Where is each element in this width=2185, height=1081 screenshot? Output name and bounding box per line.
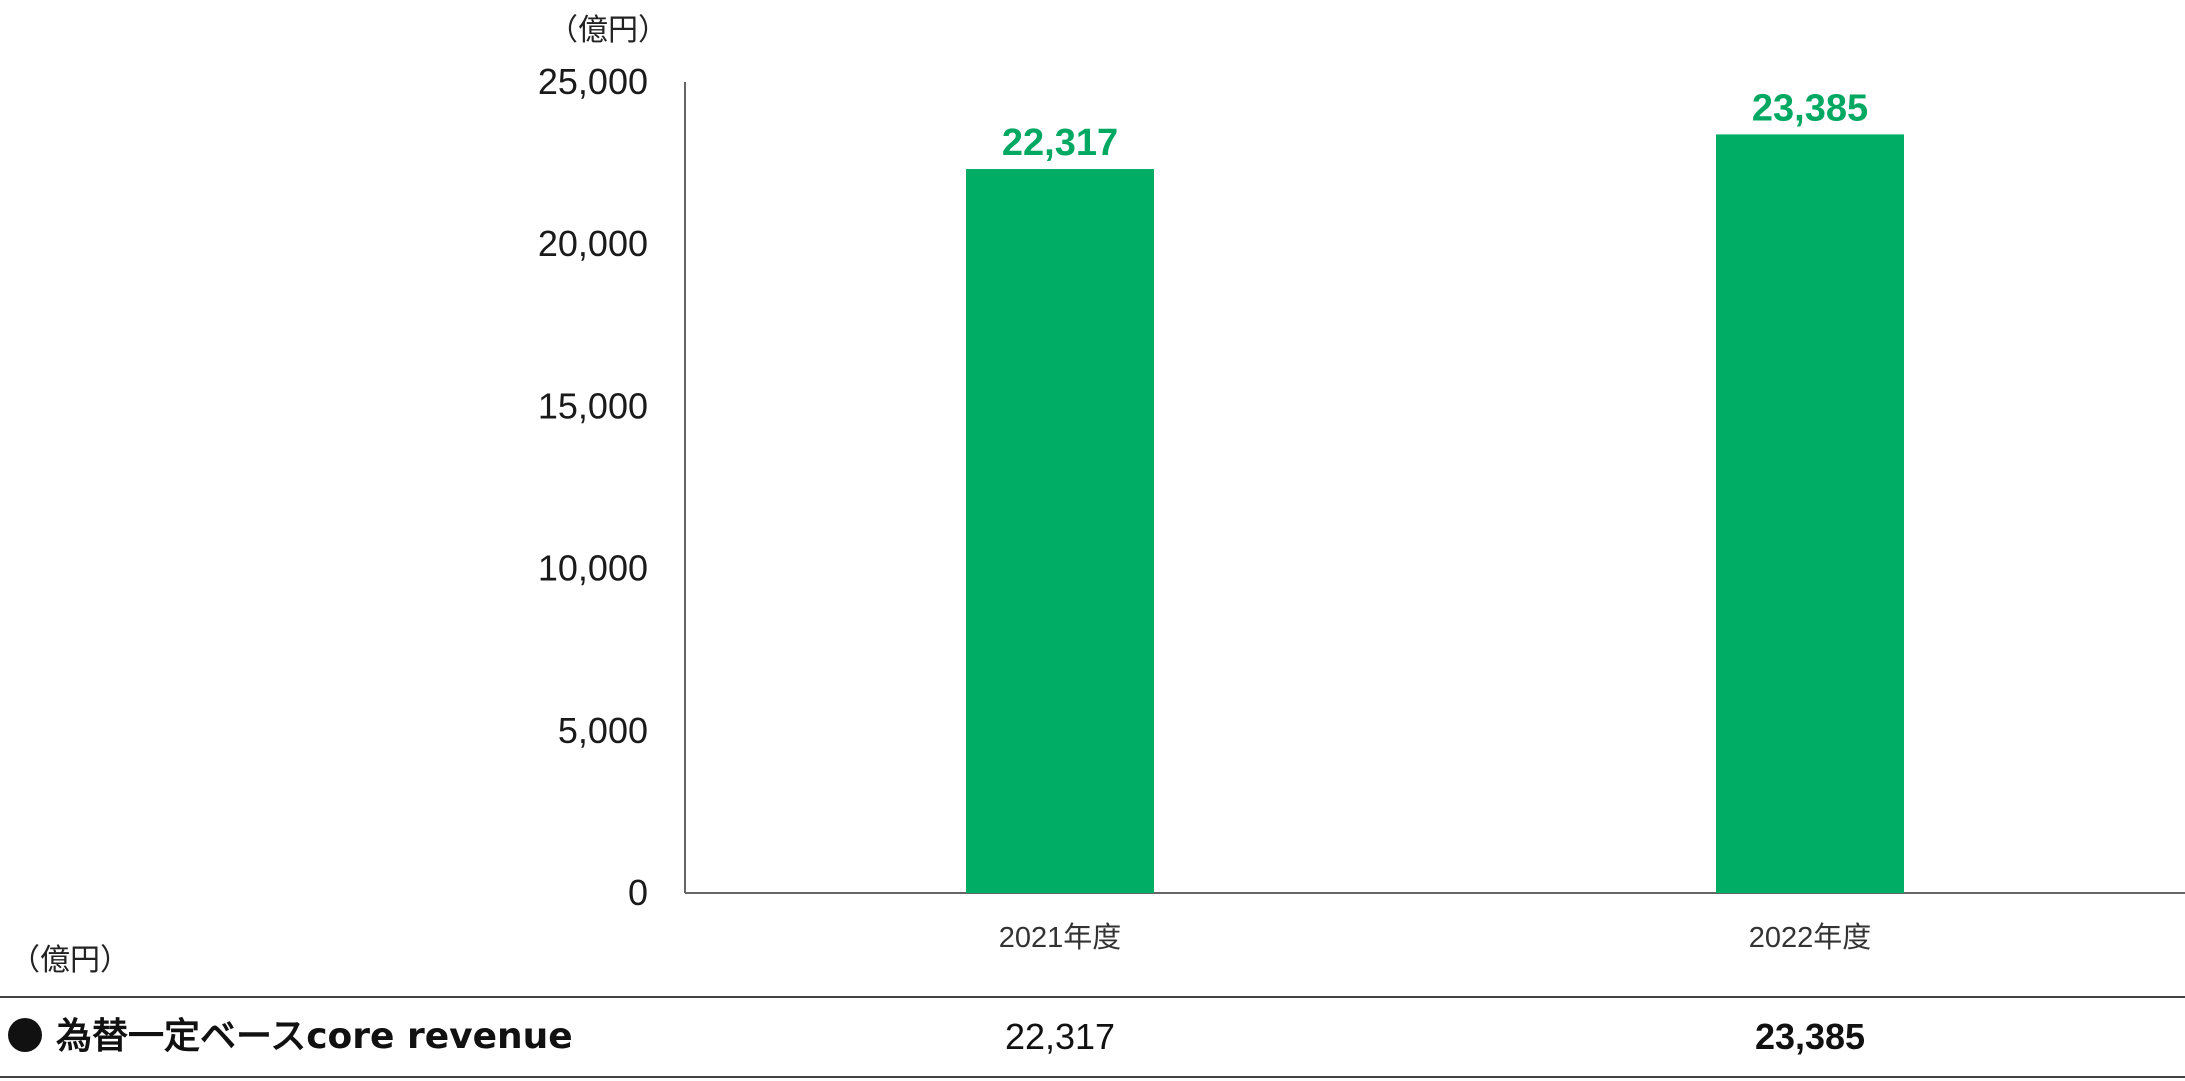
bar-series: 22,317 23,385: [966, 87, 1904, 894]
y-tick-label: 0: [628, 872, 648, 913]
bullet-icon: [8, 1018, 42, 1052]
data-table-row: 為替一定ベースcore revenue 22,317 23,385: [0, 996, 2185, 1078]
x-axis-tick-labels: 2021年度 2022年度: [999, 921, 1872, 954]
x-tick-label: 2022年度: [1749, 921, 1872, 954]
bar-value-label: 22,317: [1002, 122, 1118, 164]
bar-value-label: 23,385: [1752, 87, 1868, 129]
table-unit-label: （億円）: [10, 944, 130, 977]
bar-2021年度: [966, 169, 1154, 894]
y-tick-label: 5,000: [558, 710, 648, 751]
x-tick-label: 2021年度: [999, 921, 1122, 954]
row-label: 為替一定ベースcore revenue: [8, 998, 573, 1076]
y-tick-label: 15,000: [538, 385, 648, 426]
chart-unit-label: （億円）: [548, 14, 668, 47]
y-axis-tick-labels: 0 5,000 10,000 15,000 20,000 25,000: [538, 61, 648, 913]
table-cell-2021: 22,317: [1004, 1016, 1116, 1057]
bar-2022年度: [1716, 134, 1904, 893]
table-cell-2022: 23,385: [1754, 1016, 1866, 1057]
y-tick-label: 25,000: [538, 61, 648, 102]
y-tick-label: 10,000: [538, 548, 648, 589]
bar-chart: （億円） 0 5,000 10,000 15,000 20,000 25,000 22,3…: [538, 14, 2185, 954]
y-tick-label: 20,000: [538, 223, 648, 264]
row-label-text: 為替一定ベースcore revenue: [56, 1016, 573, 1057]
